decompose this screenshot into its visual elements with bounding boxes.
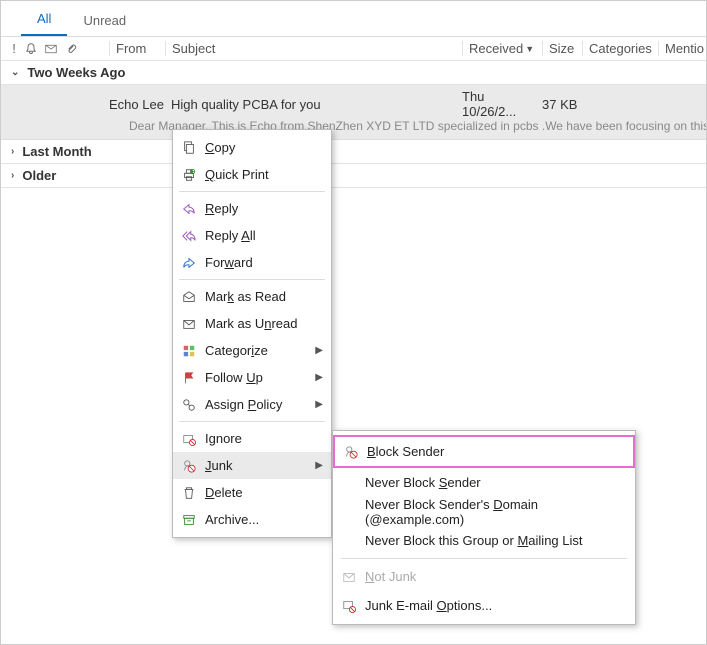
column-header: ! From Subject Received ▼ Size Categorie… — [1, 37, 706, 61]
not-junk-icon — [339, 570, 359, 584]
envelope-icon[interactable] — [45, 43, 63, 55]
tab-unread[interactable]: Unread — [67, 7, 142, 36]
submenu-not-junk: Not Junk — [333, 562, 635, 591]
reminder-icon[interactable] — [25, 43, 43, 55]
forward-icon — [179, 256, 199, 270]
sort-desc-icon: ▼ — [525, 44, 534, 54]
group-last-month[interactable]: › Last Month — [1, 140, 706, 164]
envelope-open-icon — [179, 290, 199, 304]
menu-follow-up[interactable]: Follow Up ▶ — [173, 364, 331, 391]
junk-icon — [179, 459, 199, 473]
submenu-junk-options[interactable]: Junk E-mail Options... — [333, 591, 635, 620]
submenu-never-block-group[interactable]: Never Block this Group or Mailing List — [333, 526, 635, 555]
policy-icon — [179, 398, 199, 412]
submenu-block-sender[interactable]: Block Sender — [333, 435, 635, 468]
submenu-arrow-icon: ▶ — [315, 345, 323, 356]
menu-quick-print[interactable]: Quick Print — [173, 161, 331, 188]
context-menu: Copy Quick Print Reply Reply All Forward… — [172, 129, 332, 538]
importance-icon[interactable]: ! — [5, 41, 23, 56]
reply-icon — [179, 202, 199, 216]
menu-reply-all[interactable]: Reply All — [173, 222, 331, 249]
menu-categorize[interactable]: Categorize ▶ — [173, 337, 331, 364]
column-from[interactable]: From — [109, 41, 165, 56]
column-categories[interactable]: Categories — [582, 41, 658, 56]
junk-submenu: Block Sender Never Block Sender Never Bl… — [332, 430, 636, 625]
menu-reply[interactable]: Reply — [173, 195, 331, 222]
submenu-arrow-icon: ▶ — [315, 460, 323, 471]
archive-icon — [179, 513, 199, 527]
chevron-down-icon: ⌄ — [11, 67, 19, 78]
column-size[interactable]: Size — [542, 41, 582, 56]
column-subject[interactable]: Subject — [165, 41, 462, 56]
group-two-weeks-ago[interactable]: ⌄ Two Weeks Ago — [1, 61, 706, 85]
menu-delete[interactable]: Delete — [173, 479, 331, 506]
tab-all[interactable]: All — [21, 5, 67, 36]
column-received[interactable]: Received ▼ — [462, 41, 542, 56]
menu-archive[interactable]: Archive... — [173, 506, 331, 533]
attachment-icon[interactable] — [65, 43, 83, 55]
chevron-right-icon: › — [11, 170, 14, 181]
mail-row[interactable]: Echo Lee High quality PCBA for you Thu 1… — [1, 85, 706, 140]
submenu-never-block-domain[interactable]: Never Block Sender's Domain (@example.co… — [333, 497, 635, 526]
flag-icon — [179, 371, 199, 385]
mail-received: Thu 10/26/2... — [462, 89, 542, 119]
block-sender-icon — [341, 445, 361, 459]
filter-tabs: All Unread — [1, 1, 706, 37]
quick-print-icon — [179, 168, 199, 182]
copy-icon — [179, 141, 199, 155]
delete-icon — [179, 486, 199, 500]
group-older[interactable]: › Older — [1, 164, 706, 188]
categorize-icon — [179, 344, 199, 358]
envelope-closed-icon — [179, 317, 199, 331]
menu-junk[interactable]: Junk ▶ — [173, 452, 331, 479]
submenu-arrow-icon: ▶ — [315, 399, 323, 410]
menu-copy[interactable]: Copy — [173, 134, 331, 161]
menu-mark-unread[interactable]: Mark as Unread — [173, 310, 331, 337]
mail-subject: High quality PCBA for you — [169, 97, 462, 112]
submenu-arrow-icon: ▶ — [315, 372, 323, 383]
mail-from: Echo Lee — [109, 97, 169, 112]
junk-options-icon — [339, 599, 359, 613]
menu-forward[interactable]: Forward — [173, 249, 331, 276]
menu-assign-policy[interactable]: Assign Policy ▶ — [173, 391, 331, 418]
mail-size: 37 KB — [542, 97, 582, 112]
menu-ignore[interactable]: Ignore — [173, 425, 331, 452]
mail-preview: Dear Manager, This is Echo from ShenZhen… — [1, 119, 706, 133]
submenu-never-block-sender[interactable]: Never Block Sender — [333, 468, 635, 497]
menu-mark-read[interactable]: Mark as Read — [173, 283, 331, 310]
chevron-right-icon: › — [11, 146, 14, 157]
reply-all-icon — [179, 229, 199, 243]
column-mentions[interactable]: Mentio — [658, 41, 706, 56]
ignore-icon — [179, 432, 199, 446]
